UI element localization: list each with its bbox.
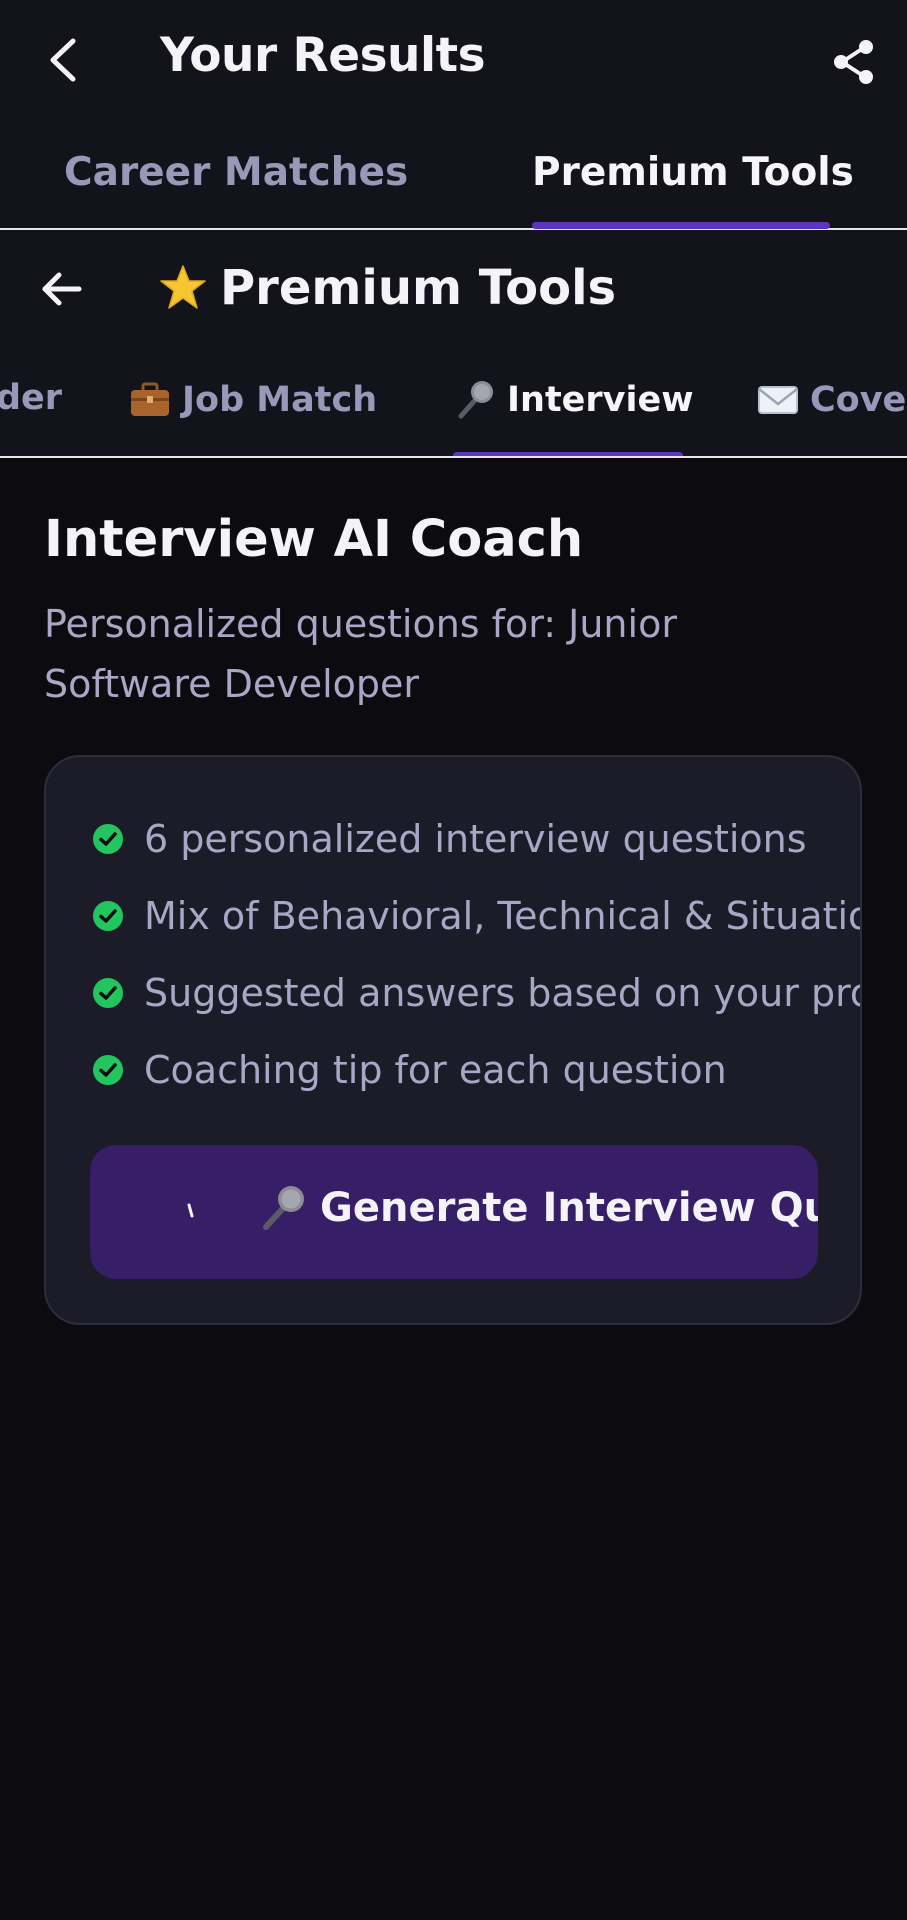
feature-text: Mix of Behavioral, Technical & Situation xyxy=(144,894,862,938)
main-content: Interview AI Coach Personalized question… xyxy=(0,460,907,1920)
share-icon xyxy=(834,40,873,84)
feature-text: 6 personalized interview questions xyxy=(144,817,807,861)
chevron-left-icon xyxy=(50,38,76,82)
microphone-icon xyxy=(458,381,493,419)
active-tab-indicator xyxy=(532,222,830,229)
arrow-left-icon xyxy=(42,272,82,306)
generate-button-label: Generate Interview Question xyxy=(320,1185,818,1231)
check-circle-icon xyxy=(93,1055,123,1085)
feature-item: Suggested answers based on your prof xyxy=(92,963,862,1023)
tab-job-match[interactable]: Job Match xyxy=(128,378,377,422)
sub-back-button[interactable] xyxy=(38,262,86,316)
interview-coach-title: Interview AI Coach xyxy=(44,510,584,569)
tab-label: Cove xyxy=(810,380,907,420)
tab-premium-tools[interactable]: Premium Tools xyxy=(532,150,854,195)
tab-interview[interactable]: Interview xyxy=(453,378,694,422)
tab-label: Interview xyxy=(507,380,694,420)
envelope-icon xyxy=(758,386,798,414)
main-tab-bar: Career Matches Premium Tools xyxy=(0,120,907,230)
tab-label: Job Match xyxy=(182,380,378,420)
share-button[interactable] xyxy=(826,34,882,90)
tab-label: der xyxy=(0,378,63,418)
section-title: Premium Tools xyxy=(158,260,616,316)
feature-item: Mix of Behavioral, Technical & Situation xyxy=(92,886,862,946)
app-bar: Your Results xyxy=(0,0,907,120)
feature-text: Suggested answers based on your prof xyxy=(144,971,862,1015)
tab-partial-left[interactable]: der xyxy=(0,378,62,418)
tool-tab-bar: der Job Match Interview Cove xyxy=(0,350,907,458)
page-title: Your Results xyxy=(160,28,486,83)
generate-button-content: Generate Interview Question xyxy=(258,1183,818,1233)
star-icon xyxy=(160,265,206,309)
generate-questions-button[interactable]: Generate Interview Question xyxy=(90,1145,818,1279)
check-circle-icon xyxy=(93,978,123,1008)
premium-tools-header: Premium Tools xyxy=(0,230,907,350)
back-button[interactable] xyxy=(40,32,84,88)
tab-career-matches[interactable]: Career Matches xyxy=(64,150,408,195)
feature-item: 6 personalized interview questions xyxy=(92,809,807,869)
feature-text: Coaching tip for each question xyxy=(144,1048,727,1092)
feature-card: 6 personalized interview questions Mix o… xyxy=(44,755,862,1325)
active-tool-tab-indicator xyxy=(453,452,683,456)
loading-spinner-icon xyxy=(187,1203,194,1218)
tab-cover-letter[interactable]: Cove xyxy=(756,378,906,422)
check-circle-icon xyxy=(93,901,123,931)
microphone-icon xyxy=(263,1186,304,1230)
briefcase-icon xyxy=(131,382,169,416)
check-circle-icon xyxy=(93,824,123,854)
feature-item: Coaching tip for each question xyxy=(92,1040,727,1100)
section-title-text: Premium Tools xyxy=(220,260,617,316)
interview-coach-subtitle: Personalized questions for: Junior Softw… xyxy=(44,602,677,706)
